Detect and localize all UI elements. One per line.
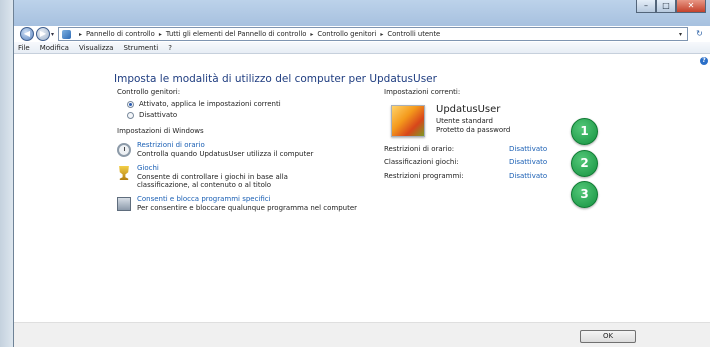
breadcrumb-arrow-icon[interactable]: ▸ xyxy=(380,31,383,38)
refresh-icon[interactable]: ↻ xyxy=(691,28,708,40)
screen: – □ ✕ ◀ ▶ ▾ ▸ Pannello di controllo ▸ Tutt… xyxy=(0,0,710,347)
row-program-limits: Restrizioni programmi: Disattivato xyxy=(384,172,547,180)
ok-button[interactable]: OK xyxy=(580,330,636,343)
callout-badge-2: 2 xyxy=(571,150,598,177)
time-limits-link[interactable]: Restrizioni di orario xyxy=(137,141,352,150)
breadcrumb-arrow-icon[interactable]: ▸ xyxy=(310,31,313,38)
minimize-button[interactable]: – xyxy=(636,0,656,13)
radio-off-label[interactable]: Disattivato xyxy=(139,111,177,119)
row-label: Classificazioni giochi: xyxy=(384,158,459,166)
breadcrumb-arrow-icon[interactable]: ▸ xyxy=(159,31,162,38)
row-game-ratings: Classificazioni giochi: Disattivato xyxy=(384,158,547,166)
breadcrumb-item[interactable]: Controlli utente xyxy=(387,30,440,38)
help-icon[interactable]: ? xyxy=(700,57,708,65)
content-area: ? Imposta le modalità di utilizzo del co… xyxy=(14,54,710,322)
radio-button-selected[interactable] xyxy=(127,100,134,108)
setting-games[interactable]: Giochi Consente di controllare i giochi … xyxy=(117,164,307,190)
menu-view[interactable]: Visualizza xyxy=(79,44,113,52)
breadcrumb-item[interactable]: Controllo genitori xyxy=(317,30,376,38)
radio-on-option[interactable]: Attivato, applica le impostazioni corren… xyxy=(127,100,281,108)
program-icon xyxy=(117,197,131,211)
address-bar[interactable]: ▸ Pannello di controllo ▸ Tutti gli elemen… xyxy=(58,27,688,41)
breadcrumb-item[interactable]: Pannello di controllo xyxy=(86,30,155,38)
trophy-icon xyxy=(119,166,129,180)
current-settings-label: Impostazioni correnti: xyxy=(384,88,461,96)
close-button[interactable]: ✕ xyxy=(676,0,706,13)
user-type: Utente standard xyxy=(436,117,493,125)
row-label: Restrizioni di orario: xyxy=(384,145,455,153)
menu-help[interactable]: ? xyxy=(168,44,172,52)
control-panel-icon xyxy=(62,29,71,39)
row-value-link[interactable]: Disattivato xyxy=(509,145,547,153)
programs-link[interactable]: Consenti e blocca programmi specifici xyxy=(137,195,367,204)
radio-button[interactable] xyxy=(127,111,134,119)
callout-badge-3: 3 xyxy=(571,181,598,208)
row-label: Restrizioni programmi: xyxy=(384,172,464,180)
callout-badge-1: 1 xyxy=(571,118,598,145)
row-time-limits: Restrizioni di orario: Disattivato xyxy=(384,145,547,153)
user-avatar xyxy=(391,105,425,137)
radio-on-label[interactable]: Attivato, applica le impostazioni corren… xyxy=(139,100,281,108)
time-limits-description: Controlla quando UpdatusUser utilizza il… xyxy=(137,149,314,158)
back-button[interactable]: ◀ xyxy=(20,27,34,41)
setting-time-limits[interactable]: Restrizioni di orario Controlla quando U… xyxy=(117,141,352,158)
window-controls: – □ ✕ xyxy=(636,0,706,13)
breadcrumb-arrow-icon[interactable]: ▸ xyxy=(79,31,82,38)
control-panel-window: – □ ✕ ◀ ▶ ▾ ▸ Pannello di controllo ▸ Tutt… xyxy=(14,0,710,347)
row-value-link[interactable]: Disattivato xyxy=(509,172,547,180)
games-link[interactable]: Giochi xyxy=(137,164,307,173)
programs-description: Per consentire e bloccare qualunque prog… xyxy=(137,203,358,212)
menu-edit[interactable]: Modifica xyxy=(40,44,69,52)
user-protection: Protetto da password xyxy=(436,126,511,134)
windows-settings-label: Impostazioni di Windows xyxy=(117,127,204,135)
address-dropdown-icon[interactable]: ▾ xyxy=(679,31,682,38)
title-bar: – □ ✕ xyxy=(14,0,710,26)
games-description: Consente di controllare i giochi in base… xyxy=(137,172,288,190)
menu-file[interactable]: File xyxy=(18,44,30,52)
maximize-button[interactable]: □ xyxy=(656,0,676,13)
page-title: Imposta le modalità di utilizzo del comp… xyxy=(114,73,437,85)
menu-bar: File Modifica Visualizza Strumenti ? xyxy=(14,42,710,54)
navigation-row: ◀ ▶ ▾ ▸ Pannello di controllo ▸ Tutti gli … xyxy=(14,26,710,42)
history-dropdown-icon[interactable]: ▾ xyxy=(51,31,54,38)
setting-programs[interactable]: Consenti e blocca programmi specifici Pe… xyxy=(117,195,367,212)
desktop-edge xyxy=(0,0,14,347)
breadcrumb-item[interactable]: Tutti gli elementi del Pannello di contr… xyxy=(166,30,307,38)
parental-controls-label: Controllo genitori: xyxy=(117,88,181,96)
radio-off-option[interactable]: Disattivato xyxy=(127,111,177,119)
clock-icon xyxy=(117,143,131,157)
forward-button[interactable]: ▶ xyxy=(36,27,50,41)
user-name: UpdatusUser xyxy=(436,104,501,115)
menu-tools[interactable]: Strumenti xyxy=(123,44,158,52)
row-value-link[interactable]: Disattivato xyxy=(509,158,547,166)
dialog-footer: OK xyxy=(14,322,710,347)
